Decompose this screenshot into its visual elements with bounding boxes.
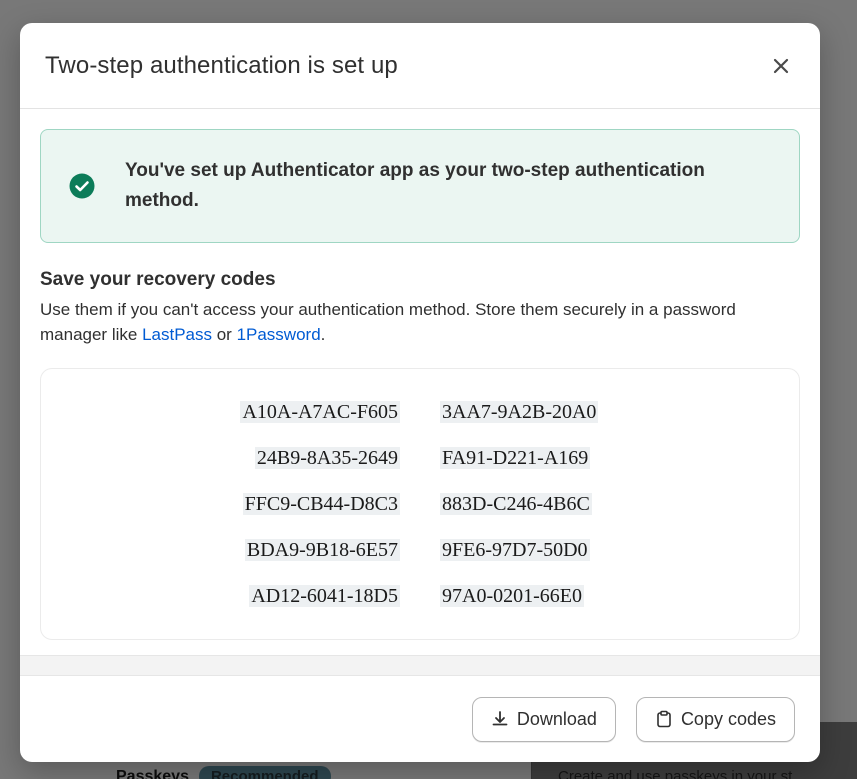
close-icon bbox=[773, 58, 789, 73]
recovery-code: 97A0-0201-66E0 bbox=[440, 585, 584, 607]
recovery-code: AD12-6041-18D5 bbox=[249, 585, 400, 607]
modal-footer: Download Copy codes bbox=[20, 676, 820, 762]
download-label: Download bbox=[516, 708, 597, 729]
1password-link[interactable]: 1Password bbox=[237, 325, 321, 344]
lastpass-link[interactable]: LastPass bbox=[142, 325, 212, 344]
recovery-code: 9FE6-97D7-50D0 bbox=[440, 539, 590, 561]
download-icon bbox=[492, 711, 508, 726]
modal-title: Two-step authentication is set up bbox=[45, 51, 398, 79]
description-period: . bbox=[320, 325, 326, 344]
close-button[interactable] bbox=[767, 52, 795, 80]
recovery-codes-grid: A10A-A7AC-F605 3AA7-9A2B-20A0 24B9-8A35-… bbox=[41, 399, 799, 609]
recovery-code: 3AA7-9A2B-20A0 bbox=[440, 401, 599, 423]
two-step-setup-modal: Two-step authentication is set up You've… bbox=[20, 23, 820, 762]
check-circle-icon bbox=[69, 173, 95, 199]
recovery-codes-heading: Save your recovery codes bbox=[40, 269, 276, 290]
modal-header: Two-step authentication is set up bbox=[20, 23, 820, 109]
recovery-code: FFC9-CB44-D8C3 bbox=[242, 493, 400, 515]
recovery-code: 24B9-8A35-2649 bbox=[254, 447, 400, 469]
recovery-codes-description: Use them if you can't access your authen… bbox=[40, 297, 780, 347]
success-banner: You've set up Authenticator app as your … bbox=[40, 129, 800, 243]
copy-codes-label: Copy codes bbox=[680, 708, 776, 729]
download-button[interactable]: Download bbox=[471, 696, 616, 742]
recovery-code: 883D-C246-4B6C bbox=[440, 493, 592, 515]
modal-divider bbox=[20, 655, 820, 676]
recovery-code: BDA9-9B18-6E57 bbox=[244, 539, 400, 561]
description-or: or bbox=[212, 325, 237, 344]
clipboard-icon bbox=[657, 710, 671, 728]
success-message: You've set up Authenticator app as your … bbox=[125, 160, 705, 211]
copy-codes-button[interactable]: Copy codes bbox=[635, 696, 795, 742]
recovery-code: A10A-A7AC-F605 bbox=[240, 401, 400, 423]
recovery-codes-card: A10A-A7AC-F605 3AA7-9A2B-20A0 24B9-8A35-… bbox=[40, 368, 800, 640]
modal-body: You've set up Authenticator app as your … bbox=[20, 109, 820, 640]
recovery-code: FA91-D221-A169 bbox=[440, 447, 591, 469]
